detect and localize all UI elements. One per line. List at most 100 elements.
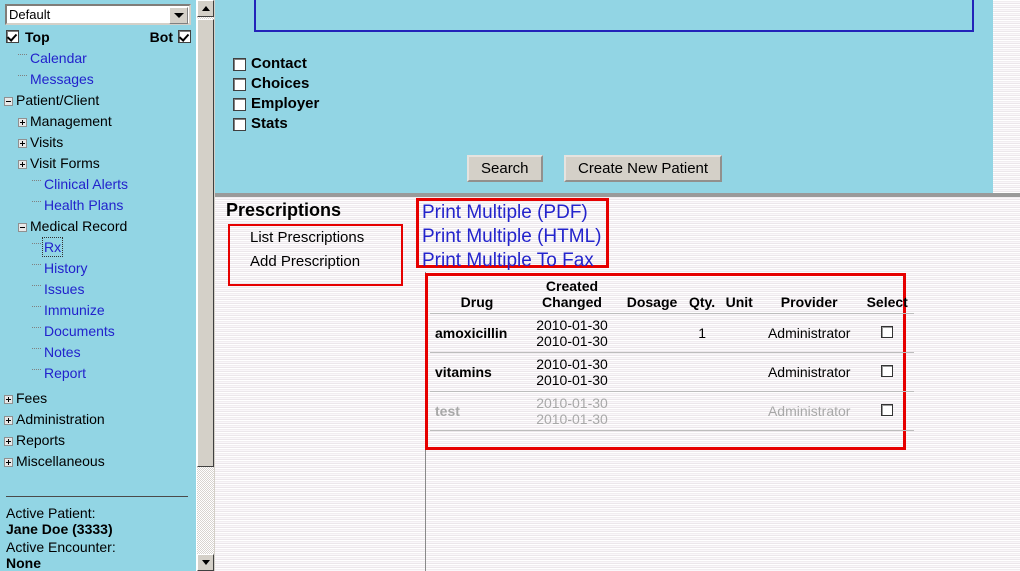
table-row[interactable]: vitamins 2010-01-30 2010-01-30 Administrato… bbox=[430, 352, 915, 392]
bot-checkbox[interactable] bbox=[178, 30, 191, 44]
bot-toggle[interactable]: Bot bbox=[150, 28, 191, 46]
theme-select-wrapper: Default bbox=[5, 4, 191, 25]
list-prescriptions-link[interactable]: List Prescriptions bbox=[250, 226, 364, 250]
checkbox-row-employer[interactable]: Employer bbox=[233, 94, 319, 114]
sidebar-item-label[interactable]: Clinical Alerts bbox=[44, 176, 128, 192]
sidebar-item-label[interactable]: Documents bbox=[44, 323, 115, 339]
sidebar-item-visits[interactable]: Visits bbox=[4, 132, 192, 153]
sidebar-item-label[interactable]: Rx bbox=[41, 237, 64, 257]
employer-checkbox[interactable] bbox=[233, 97, 246, 111]
sidebar-item-label[interactable]: Report bbox=[44, 365, 86, 381]
tree-connector-icon bbox=[32, 348, 41, 358]
sidebar-item-visit-forms[interactable]: Visit Forms bbox=[4, 153, 192, 174]
scroll-up-button[interactable] bbox=[197, 0, 214, 17]
tree-connector-icon bbox=[18, 54, 27, 64]
sidebar-item-administration[interactable]: Administration bbox=[4, 409, 192, 430]
choices-checkbox[interactable] bbox=[233, 77, 246, 91]
cell-select[interactable] bbox=[860, 391, 915, 431]
sidebar-item-medical-record[interactable]: Medical Record bbox=[4, 216, 192, 237]
scroll-down-button[interactable] bbox=[197, 554, 214, 571]
col-dosage: Dosage bbox=[620, 278, 684, 314]
create-new-patient-button[interactable]: Create New Patient bbox=[563, 155, 723, 182]
sidebar-item-health-plans[interactable]: Health Plans bbox=[4, 195, 192, 216]
sidebar-item-issues[interactable]: Issues bbox=[4, 279, 192, 300]
top-checkbox[interactable] bbox=[6, 30, 19, 44]
expand-plus-icon[interactable] bbox=[4, 415, 13, 425]
sidebar-item-label[interactable]: History bbox=[44, 260, 88, 276]
left-navigation-panel: Default Top Bot Calendar Messages Patient/… bbox=[0, 0, 196, 571]
print-multiple-fax-link[interactable]: Print Multiple To Fax bbox=[422, 249, 601, 273]
sidebar-item-immunize[interactable]: Immunize bbox=[4, 300, 192, 321]
sidebar-item-label: Management bbox=[30, 113, 112, 129]
expand-plus-icon[interactable] bbox=[18, 117, 27, 127]
cell-drug: test bbox=[430, 391, 524, 431]
checkbox-row-contact[interactable]: Contact bbox=[233, 54, 319, 74]
nav-tree-secondary: Fees Administration Reports Miscellaneous bbox=[4, 388, 192, 472]
contact-checkbox[interactable] bbox=[233, 57, 246, 71]
cell-changed: 2010-01-30 bbox=[536, 372, 608, 388]
sidebar-item-notes[interactable]: Notes bbox=[4, 342, 192, 363]
sidebar-item-label: Visits bbox=[30, 134, 64, 150]
row-select-checkbox[interactable] bbox=[881, 326, 894, 338]
sidebar-item-management[interactable]: Management bbox=[4, 111, 192, 132]
cell-select[interactable] bbox=[860, 313, 915, 353]
cell-select[interactable] bbox=[860, 352, 915, 392]
sidebar-item-messages[interactable]: Messages bbox=[4, 69, 192, 90]
collapse-minus-icon[interactable] bbox=[4, 96, 13, 106]
checkbox-row-stats[interactable]: Stats bbox=[233, 114, 319, 134]
prescription-nav-links: List Prescriptions Add Prescription bbox=[250, 226, 364, 274]
table-row[interactable]: test 2010-01-30 2010-01-30 Administrator bbox=[430, 391, 915, 431]
print-multiple-pdf-link[interactable]: Print Multiple (PDF) bbox=[422, 201, 601, 225]
add-prescription-link[interactable]: Add Prescription bbox=[250, 250, 364, 274]
table-row[interactable]: amoxicillin 2010-01-30 2010-01-30 1 Administ… bbox=[430, 313, 915, 353]
sidebar-item-label[interactable]: Immunize bbox=[44, 302, 105, 318]
sidebar-item-calendar[interactable]: Calendar bbox=[4, 48, 192, 69]
top-toggle[interactable]: Top bbox=[6, 28, 50, 46]
sidebar-item-report[interactable]: Report bbox=[4, 363, 192, 384]
sidebar-item-label[interactable]: Issues bbox=[44, 281, 84, 297]
theme-select[interactable]: Default bbox=[5, 4, 191, 25]
print-multiple-html-link[interactable]: Print Multiple (HTML) bbox=[422, 225, 601, 249]
sidebar-item-label[interactable]: Notes bbox=[44, 344, 81, 360]
sidebar-item-clinical-alerts[interactable]: Clinical Alerts bbox=[4, 174, 192, 195]
row-select-checkbox[interactable] bbox=[881, 365, 894, 377]
expand-plus-icon[interactable] bbox=[4, 457, 13, 467]
tree-connector-icon bbox=[32, 327, 41, 337]
scrollbar-thumb[interactable] bbox=[197, 19, 214, 467]
row-select-checkbox[interactable] bbox=[881, 404, 894, 416]
sidebar-item-label[interactable]: Messages bbox=[30, 71, 94, 87]
collapse-minus-icon[interactable] bbox=[18, 222, 27, 232]
bot-label: Bot bbox=[149, 28, 173, 45]
sidebar-item-label[interactable]: Calendar bbox=[30, 50, 87, 66]
cell-dosage bbox=[620, 313, 684, 353]
expand-plus-icon[interactable] bbox=[18, 159, 27, 169]
sidebar-item-miscellaneous[interactable]: Miscellaneous bbox=[4, 451, 192, 472]
sidebar-item-documents[interactable]: Documents bbox=[4, 321, 192, 342]
col-provider: Provider bbox=[758, 278, 861, 314]
cell-dosage bbox=[620, 391, 684, 431]
stats-checkbox[interactable] bbox=[233, 117, 246, 131]
sidebar-item-patient-client[interactable]: Patient/Client bbox=[4, 90, 192, 111]
sidebar-item-reports[interactable]: Reports bbox=[4, 430, 192, 451]
expand-plus-icon[interactable] bbox=[4, 394, 13, 404]
table-body: amoxicillin 2010-01-30 2010-01-30 1 Administ… bbox=[430, 313, 915, 431]
cell-created: 2010-01-30 bbox=[536, 317, 608, 333]
cell-unit bbox=[720, 352, 759, 392]
expand-plus-icon[interactable] bbox=[18, 138, 27, 148]
cell-created-changed: 2010-01-30 2010-01-30 bbox=[524, 352, 620, 392]
tree-connector-icon bbox=[32, 306, 41, 316]
cell-qty bbox=[684, 352, 721, 392]
cell-provider: Administrator bbox=[758, 313, 861, 353]
checkbox-row-choices[interactable]: Choices bbox=[233, 74, 319, 94]
col-select: Select bbox=[860, 278, 915, 314]
top-label: Top bbox=[25, 28, 50, 45]
panel-bottom-shadow bbox=[215, 193, 1020, 197]
sidebar-scrollbar[interactable] bbox=[196, 0, 215, 571]
cell-created: 2010-01-30 bbox=[536, 395, 608, 411]
expand-plus-icon[interactable] bbox=[4, 436, 13, 446]
sidebar-item-label[interactable]: Health Plans bbox=[44, 197, 123, 213]
sidebar-item-history[interactable]: History bbox=[4, 258, 192, 279]
sidebar-item-fees[interactable]: Fees bbox=[4, 388, 192, 409]
search-button[interactable]: Search bbox=[467, 155, 543, 182]
sidebar-item-rx[interactable]: Rx bbox=[4, 237, 192, 258]
